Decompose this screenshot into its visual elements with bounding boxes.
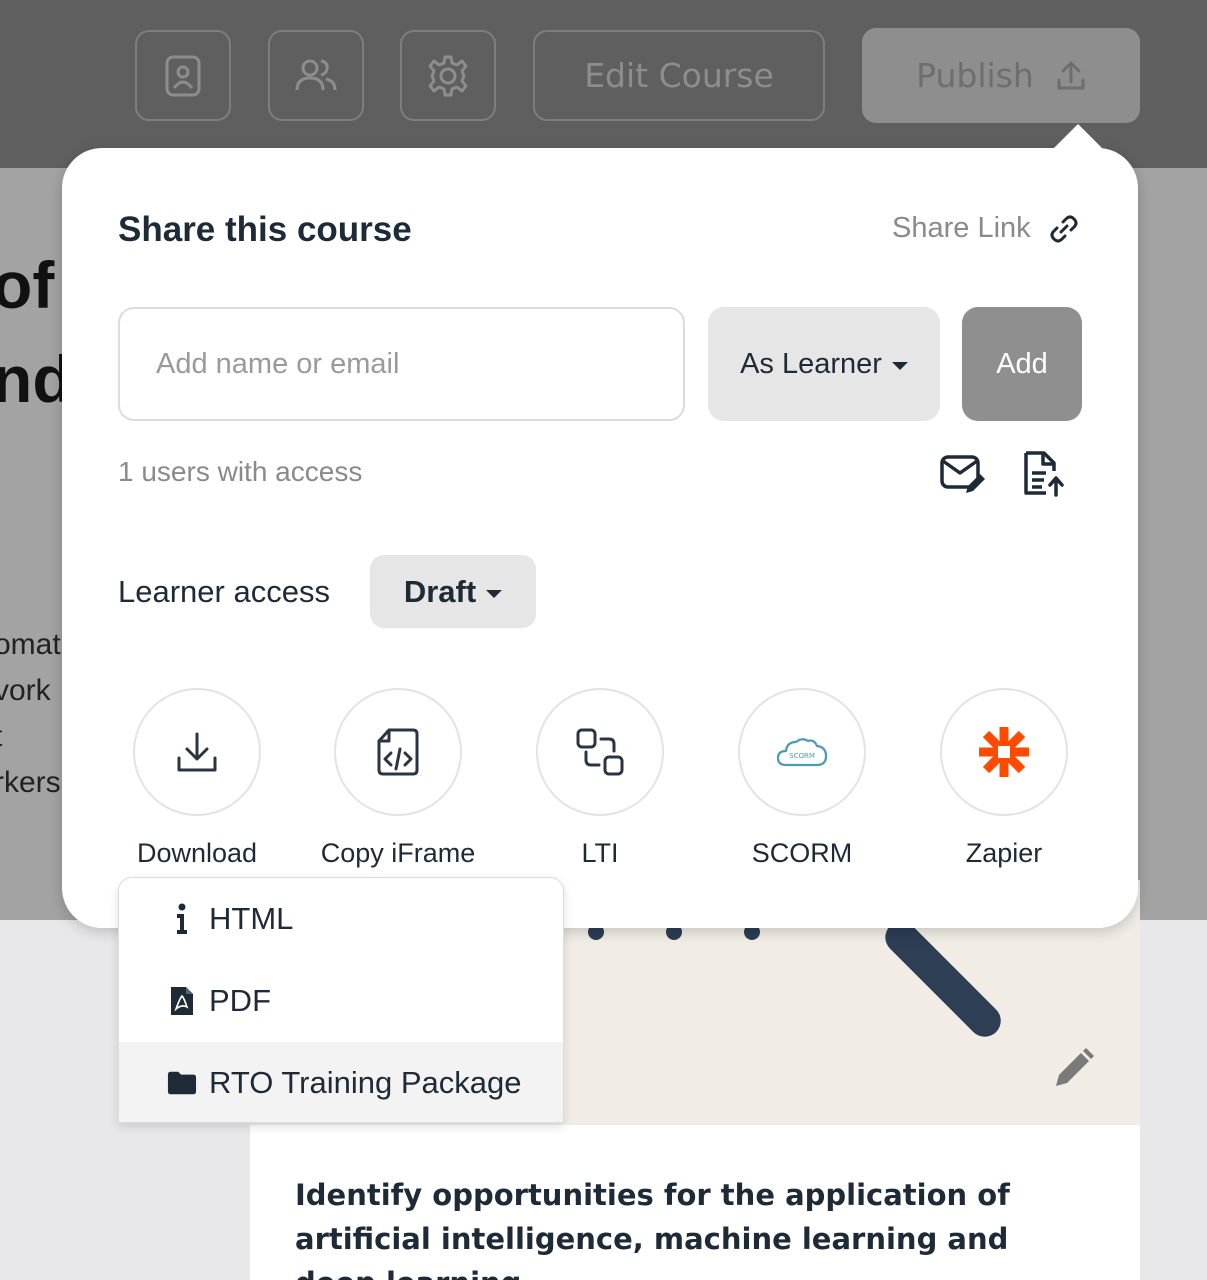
id-badge-button[interactable] bbox=[135, 30, 231, 121]
settings-button[interactable] bbox=[400, 30, 496, 121]
background-heading-line-1: of bbox=[0, 248, 55, 322]
zapier-circle[interactable] bbox=[940, 688, 1068, 816]
share-link-label: Share Link bbox=[892, 212, 1031, 244]
download-pdf-item[interactable]: PDF bbox=[119, 960, 563, 1042]
popover-arrow bbox=[1052, 124, 1104, 150]
zapier-icon bbox=[979, 727, 1029, 777]
users-button[interactable] bbox=[268, 30, 364, 121]
scorm-option[interactable]: SCORM SCORM bbox=[738, 688, 866, 868]
copy-iframe-circle[interactable] bbox=[334, 688, 462, 816]
import-users-button[interactable] bbox=[1017, 448, 1069, 500]
scorm-cloud-icon: SCORM bbox=[776, 738, 828, 767]
caret-down-icon bbox=[891, 362, 908, 370]
lti-circle[interactable] bbox=[536, 688, 664, 816]
edit-cover-pencil-icon[interactable] bbox=[1050, 1046, 1096, 1092]
background-text-line-1: omat bbox=[0, 628, 61, 661]
background-text-line-4: rkers bbox=[0, 766, 61, 799]
publish-button[interactable]: Publish bbox=[862, 28, 1140, 123]
download-rto-item[interactable]: RTO Training Package bbox=[119, 1042, 563, 1122]
lti-icon bbox=[576, 728, 624, 776]
background-text-line-2: vork bbox=[0, 674, 51, 707]
learner-access-value: Draft bbox=[403, 573, 477, 609]
scorm-label: SCORM bbox=[751, 838, 853, 868]
download-icon bbox=[177, 732, 217, 772]
download-html-label: HTML bbox=[209, 901, 294, 936]
zapier-option[interactable]: Zapier bbox=[940, 688, 1068, 868]
caret-down-icon bbox=[486, 589, 503, 598]
upload-icon bbox=[1057, 61, 1085, 89]
edit-course-button[interactable]: Edit Course bbox=[533, 30, 825, 121]
email-input[interactable] bbox=[118, 307, 685, 421]
gear-icon bbox=[428, 55, 468, 96]
download-option[interactable]: Download bbox=[133, 688, 261, 868]
copy-iframe-label: Copy iFrame bbox=[320, 838, 476, 868]
copy-iframe-option[interactable]: Copy iFrame bbox=[321, 688, 475, 868]
course-card: Identify opportunities for the applicati… bbox=[250, 1125, 1140, 1280]
download-label: Download bbox=[136, 838, 258, 868]
email-invite-button[interactable] bbox=[936, 448, 988, 500]
role-select[interactable]: As Learner bbox=[708, 307, 940, 421]
download-rto-label: RTO Training Package bbox=[209, 1065, 522, 1100]
link-icon bbox=[1050, 215, 1078, 242]
lti-option[interactable]: LTI bbox=[536, 688, 664, 868]
scorm-circle[interactable]: SCORM bbox=[738, 688, 866, 816]
code-file-icon bbox=[377, 728, 419, 776]
learner-access-select[interactable]: Draft bbox=[370, 555, 536, 628]
id-badge-icon bbox=[165, 55, 201, 96]
role-select-value: As Learner bbox=[740, 347, 882, 380]
file-upload-icon bbox=[1024, 451, 1064, 497]
svg-text:SCORM: SCORM bbox=[789, 752, 815, 760]
download-html-item[interactable]: HTML bbox=[119, 878, 563, 960]
share-link-button[interactable]: Share Link bbox=[892, 212, 1079, 245]
add-button[interactable]: Add bbox=[962, 307, 1082, 421]
learner-access-label: Learner access bbox=[118, 574, 330, 609]
users-count: 1 users with access bbox=[118, 456, 363, 487]
info-icon bbox=[167, 902, 197, 936]
download-pdf-label: PDF bbox=[209, 983, 271, 1018]
cover-stroke bbox=[878, 914, 1008, 1044]
download-menu: HTML PDF RTO Training Package bbox=[118, 877, 564, 1123]
publish-label: Publish bbox=[916, 56, 1034, 95]
course-card-title: Identify opportunities for the applicati… bbox=[295, 1178, 1010, 1280]
mail-edit-icon bbox=[940, 455, 985, 493]
zapier-label: Zapier bbox=[965, 838, 1043, 868]
share-title: Share this course bbox=[118, 210, 412, 249]
pdf-file-icon bbox=[167, 984, 197, 1018]
download-circle[interactable] bbox=[133, 688, 261, 816]
background-text-line-3: t bbox=[0, 722, 2, 752]
lti-label: LTI bbox=[581, 838, 619, 868]
folder-icon bbox=[167, 1066, 197, 1100]
users-icon bbox=[295, 59, 337, 90]
